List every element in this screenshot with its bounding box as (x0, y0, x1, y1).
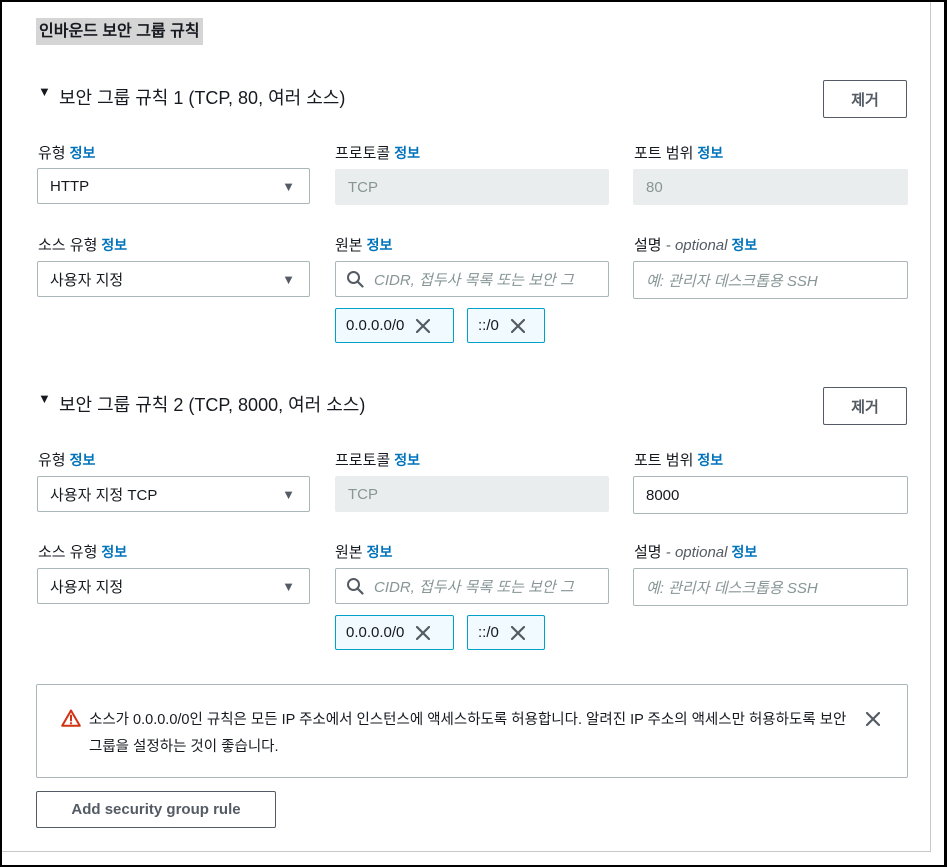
info-link[interactable]: 정보 (70, 452, 96, 468)
info-link[interactable]: 정보 (70, 145, 96, 161)
type-select[interactable]: HTTP ▼ (37, 168, 310, 204)
section-title: 인바운드 보안 그룹 규칙 (36, 18, 203, 45)
type-label-text: 유형 (38, 145, 66, 162)
chevron-down-icon: ▼ (282, 487, 295, 502)
source-type-label: 소스 유형 정보 (38, 541, 127, 562)
protocol-label: 프로토콜 정보 (335, 142, 420, 163)
description-label-text: 설명 (634, 544, 662, 561)
add-security-group-rule-button[interactable]: Add security group rule (36, 791, 276, 828)
protocol-value: TCP (348, 485, 378, 503)
chevron-down-icon: ▼ (282, 179, 295, 194)
source-type-label-text: 소스 유형 (38, 237, 98, 254)
source-placeholder: CIDR, 접두사 목록 또는 보안 그 (374, 271, 574, 289)
description-placeholder: 예: 관리자 데스크톱용 SSH (646, 272, 818, 290)
description-input[interactable]: 예: 관리자 데스크톱용 SSH (633, 568, 908, 606)
source-label: 원본 정보 (335, 541, 392, 562)
description-placeholder: 예: 관리자 데스크톱용 SSH (646, 579, 818, 597)
token-label: 0.0.0.0/0 (346, 317, 405, 334)
source-token: 0.0.0.0/0 (335, 308, 454, 343)
protocol-field: TCP (335, 476, 609, 512)
source-token: 0.0.0.0/0 (335, 615, 454, 650)
token-label: ::/0 (478, 624, 499, 641)
optional-text: - optional (661, 544, 728, 561)
type-label: 유형 정보 (38, 449, 95, 470)
info-link[interactable]: 정보 (101, 237, 127, 253)
close-icon[interactable] (865, 711, 881, 727)
rule-1-title: 보안 그룹 규칙 1 (TCP, 80, 여러 소스) (59, 88, 346, 108)
info-link[interactable]: 정보 (367, 237, 393, 253)
info-link[interactable]: 정보 (697, 452, 723, 468)
source-type-select[interactable]: 사용자 지정 ▼ (37, 568, 310, 604)
rule-1-header[interactable]: ▼ 보안 그룹 규칙 1 (TCP, 80, 여러 소스) (38, 82, 345, 112)
source-label-text: 원본 (335, 544, 363, 561)
chevron-down-icon: ▼ (282, 272, 295, 287)
remove-rule-2-button[interactable]: 제거 (823, 387, 907, 425)
info-link[interactable]: 정보 (101, 544, 127, 560)
bottom-divider (2, 851, 931, 852)
source-search-input[interactable]: CIDR, 접두사 목록 또는 보안 그 (335, 568, 609, 604)
type-select[interactable]: 사용자 지정 TCP ▼ (37, 476, 310, 512)
source-label: 원본 정보 (335, 234, 392, 255)
type-label: 유형 정보 (38, 142, 95, 163)
description-label-text: 설명 (634, 237, 662, 254)
source-search-input[interactable]: CIDR, 접두사 목록 또는 보안 그 (335, 261, 609, 297)
source-placeholder: CIDR, 접두사 목록 또는 보안 그 (374, 578, 574, 596)
port-range-label-text: 포트 범위 (634, 452, 694, 469)
source-token: ::/0 (467, 615, 545, 650)
token-label: 0.0.0.0/0 (346, 624, 405, 641)
info-link[interactable]: 정보 (367, 544, 393, 560)
optional-text: - optional (661, 237, 728, 254)
source-type-select[interactable]: 사용자 지정 ▼ (37, 261, 310, 297)
token-label: ::/0 (478, 317, 499, 334)
port-range-label: 포트 범위 정보 (634, 449, 723, 470)
source-type-value: 사용자 지정 (50, 271, 124, 289)
source-label-text: 원본 (335, 237, 363, 254)
warning-alert: 소스가 0.0.0.0/0인 규칙은 모든 IP 주소에서 인스턴스에 액세스하… (36, 684, 908, 778)
description-label: 설명 - optional 정보 (634, 541, 757, 562)
chevron-down-icon: ▼ (282, 579, 295, 594)
close-icon[interactable] (510, 318, 525, 333)
port-range-value: 8000 (646, 486, 680, 504)
close-icon[interactable] (416, 625, 431, 640)
rule-2-title: 보안 그룹 규칙 2 (TCP, 8000, 여러 소스) (59, 395, 366, 415)
info-link[interactable]: 정보 (731, 237, 757, 253)
source-type-value: 사용자 지정 (50, 578, 124, 596)
rule-2-header[interactable]: ▼ 보안 그룹 규칙 2 (TCP, 8000, 여러 소스) (38, 389, 365, 419)
source-type-label-text: 소스 유형 (38, 544, 98, 561)
close-icon[interactable] (416, 318, 431, 333)
close-icon[interactable] (510, 625, 525, 640)
caret-down-icon[interactable]: ▼ (38, 391, 51, 406)
info-link[interactable]: 정보 (697, 145, 723, 161)
protocol-value: TCP (348, 178, 378, 196)
remove-rule-1-button[interactable]: 제거 (823, 80, 907, 118)
type-label-text: 유형 (38, 452, 66, 469)
port-range-input[interactable]: 8000 (633, 476, 908, 514)
port-range-label-text: 포트 범위 (634, 145, 694, 162)
search-icon (347, 271, 364, 288)
protocol-field: TCP (335, 169, 609, 205)
info-link[interactable]: 정보 (394, 452, 420, 468)
protocol-label-text: 프로토콜 (335, 145, 391, 162)
type-select-value: HTTP (50, 177, 90, 195)
warning-text: 소스가 0.0.0.0/0인 규칙은 모든 IP 주소에서 인스턴스에 액세스하… (89, 712, 847, 755)
scrollbar-divider (930, 2, 931, 852)
description-input[interactable]: 예: 관리자 데스크톱용 SSH (633, 261, 908, 299)
protocol-label: 프로토콜 정보 (335, 449, 420, 470)
source-token: ::/0 (467, 308, 545, 343)
port-range-value: 80 (646, 178, 663, 196)
type-select-value: 사용자 지정 TCP (50, 486, 158, 504)
info-link[interactable]: 정보 (731, 544, 757, 560)
source-type-label: 소스 유형 정보 (38, 234, 127, 255)
port-range-label: 포트 범위 정보 (634, 142, 723, 163)
description-label: 설명 - optional 정보 (634, 234, 757, 255)
search-icon (347, 578, 364, 595)
info-link[interactable]: 정보 (394, 145, 420, 161)
warning-triangle-icon (61, 709, 81, 727)
caret-down-icon[interactable]: ▼ (38, 84, 51, 99)
port-range-field: 80 (633, 169, 908, 205)
protocol-label-text: 프로토콜 (335, 452, 391, 469)
